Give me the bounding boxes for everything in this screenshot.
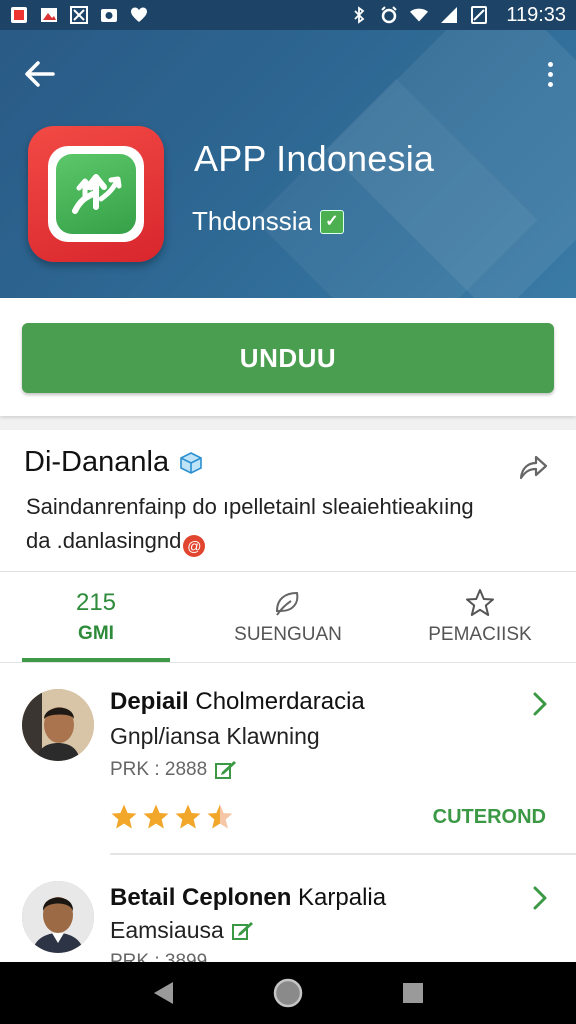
triangle-back-icon (153, 982, 173, 1004)
tab-pemaciisk[interactable]: PEMACIISK (384, 572, 576, 662)
rating-stars (110, 803, 234, 831)
review-meta-text: PRK : 2888 (110, 759, 208, 780)
info-title-text: Di-Dananla (24, 446, 170, 478)
reviewer-name: Depiail Cholmerdaracia (110, 688, 365, 716)
more-options-button[interactable] (538, 56, 562, 92)
edit-check-icon (215, 761, 237, 779)
stats-row: 215 GMI SUENGUAN PEMACIISK (0, 572, 576, 662)
close-box-icon (70, 6, 88, 24)
stat-value: 215 (75, 589, 117, 616)
star-half-icon (207, 804, 233, 829)
reviewer-name-bold: Depiail (110, 688, 189, 715)
red-badge-icon: @ (183, 535, 206, 557)
reviewer-name-rest: Cholmerdaracia (195, 688, 365, 715)
back-button[interactable] (22, 56, 58, 92)
info-description: Saindanrenfainp do ıpelletainl sleaiehti… (26, 490, 546, 558)
check-icon: ✓ (319, 209, 344, 234)
share-button[interactable] (516, 450, 550, 484)
review-item[interactable]: Depiail Cholmerdaracia Gnpl/iansa Klawni… (0, 663, 576, 859)
status-bar: 119:33 (0, 0, 576, 30)
no-sim-icon (470, 6, 488, 24)
star-full-icon (111, 804, 137, 829)
status-time: 119:33 (506, 3, 566, 26)
chevron-right-icon[interactable] (530, 691, 550, 717)
description-line-2: da .danlasingnd @ (26, 524, 546, 558)
nav-home-button[interactable] (268, 973, 308, 1013)
reviewer-name-bold: Betail Ceplonen (110, 884, 292, 911)
chevron-right-icon[interactable] (530, 885, 550, 911)
developer-name[interactable]: Thdonssia ✓ (192, 206, 344, 237)
cube-icon (180, 451, 202, 474)
review-meta: PRK : 2888 (110, 759, 237, 781)
app-notification-icon (10, 6, 28, 24)
reviewer-name: Betail Ceplonen Karpalia (110, 884, 386, 912)
tab-gmi[interactable]: 215 GMI (0, 572, 192, 662)
app-header: APP Indonesia Thdonssia ✓ (0, 30, 576, 298)
reviews-list: Depiail Cholmerdaracia Gnpl/iansa Klawni… (0, 662, 576, 963)
star-full-icon (175, 804, 201, 829)
star-outline-icon (465, 588, 495, 618)
star-full-icon (143, 804, 169, 829)
install-card: UNDUU (0, 298, 576, 416)
divider (110, 853, 576, 855)
review-action-link[interactable]: CUTEROND (433, 806, 546, 829)
leaf-icon (273, 588, 303, 618)
review-item[interactable]: Betail Ceplonen Karpalia Eamsiausa PRK :… (0, 859, 576, 963)
reviewer-subtitle: Gnpl/iansa Klawning (110, 723, 320, 749)
reviewer-subtitle: Eamsiausa (110, 917, 254, 944)
gallery-icon (40, 6, 58, 24)
avatar (22, 881, 94, 953)
heart-icon (130, 6, 148, 24)
description-line: Saindanrenfainp do ıpelletainl sleaiehti… (26, 494, 474, 519)
stat-label: SUENGUAN (234, 624, 342, 645)
more-vert-icon (547, 61, 553, 67)
alarm-icon (380, 6, 398, 24)
developer-label: Thdonssia (192, 206, 312, 236)
square-recents-icon (403, 983, 424, 1003)
arrow-back-icon (25, 61, 55, 87)
circle-home-icon (273, 978, 303, 1008)
nav-back-button[interactable] (143, 973, 183, 1013)
stat-label: PEMACIISK (428, 624, 532, 645)
navigation-bar (0, 962, 576, 1024)
install-button[interactable]: UNDUU (22, 323, 554, 393)
share-icon (519, 455, 548, 480)
reviewer-name-rest: Karpalia (298, 884, 387, 911)
info-title: Di-Dananla (24, 446, 203, 479)
signal-icon (440, 6, 458, 24)
tab-suenguan[interactable]: SUENGUAN (192, 572, 384, 662)
stat-label: GMI (78, 623, 114, 644)
app-logo (28, 126, 164, 262)
nav-recents-button[interactable] (393, 973, 433, 1013)
arrows-logo-icon (72, 174, 122, 214)
app-title: APP Indonesia (194, 138, 435, 179)
info-card: Di-Dananla Saindanrenfainp do ıpelletain… (0, 430, 576, 662)
camera-icon (100, 6, 118, 24)
edit-check-icon (231, 921, 253, 940)
avatar (22, 689, 94, 761)
wifi-icon (410, 6, 429, 24)
bluetooth-icon (350, 6, 368, 24)
reviewer-subtitle-text: Eamsiausa (110, 917, 224, 943)
description-text: da .danlasingnd (26, 528, 182, 553)
